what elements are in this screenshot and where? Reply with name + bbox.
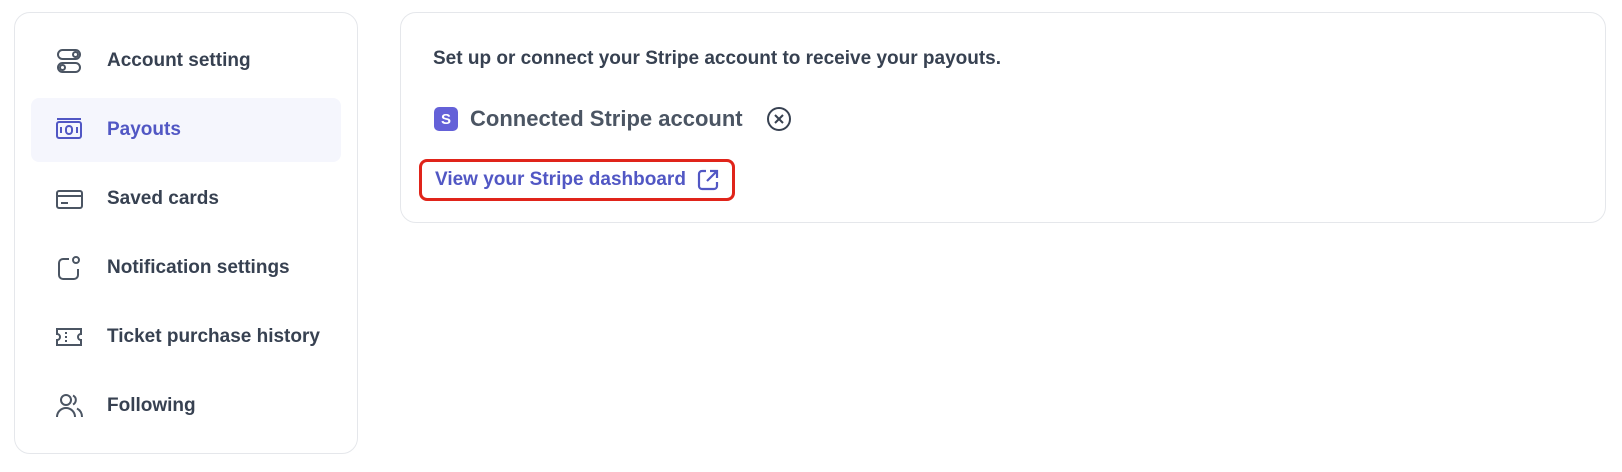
sidebar-item-label: Payouts: [107, 119, 181, 140]
sidebar-item-saved-cards[interactable]: Saved cards: [31, 167, 341, 231]
sidebar-item-label: Following: [107, 395, 196, 416]
dashboard-link-label: View your Stripe dashboard: [435, 169, 686, 190]
sidebar-item-payouts[interactable]: Payouts: [31, 98, 341, 162]
disconnect-x-circle-icon[interactable]: [765, 105, 793, 133]
credit-card-icon: [53, 183, 85, 215]
connected-stripe-row: S Connected Stripe account: [434, 105, 793, 133]
payouts-intro-text: Set up or connect your Stripe account to…: [433, 48, 1002, 69]
stripe-logo-icon: S: [434, 107, 458, 131]
sidebar-item-notification-settings[interactable]: Notification settings: [31, 236, 341, 300]
sidebar-item-label: Notification settings: [107, 257, 290, 278]
sidebar-item-label: Account setting: [107, 50, 251, 71]
notification-icon: [53, 252, 85, 284]
users-icon: [53, 390, 85, 422]
ticket-icon: [53, 321, 85, 353]
settings-sidebar: Account setting Payouts Saved cards Noti…: [14, 12, 358, 454]
sidebar-item-ticket-purchase-history[interactable]: Ticket purchase history: [31, 305, 341, 369]
sidebar-item-label: Ticket purchase history: [107, 326, 320, 347]
connected-stripe-label: Connected Stripe account: [470, 106, 743, 131]
view-stripe-dashboard-link[interactable]: View your Stripe dashboard: [419, 159, 735, 201]
payouts-panel: Set up or connect your Stripe account to…: [400, 12, 1606, 223]
toggles-icon: [53, 45, 85, 77]
sidebar-item-label: Saved cards: [107, 188, 219, 209]
sidebar-item-account-setting[interactable]: Account setting: [31, 29, 341, 93]
money-icon: [53, 114, 85, 146]
external-link-icon: [695, 167, 721, 193]
sidebar-item-following[interactable]: Following: [31, 374, 341, 438]
